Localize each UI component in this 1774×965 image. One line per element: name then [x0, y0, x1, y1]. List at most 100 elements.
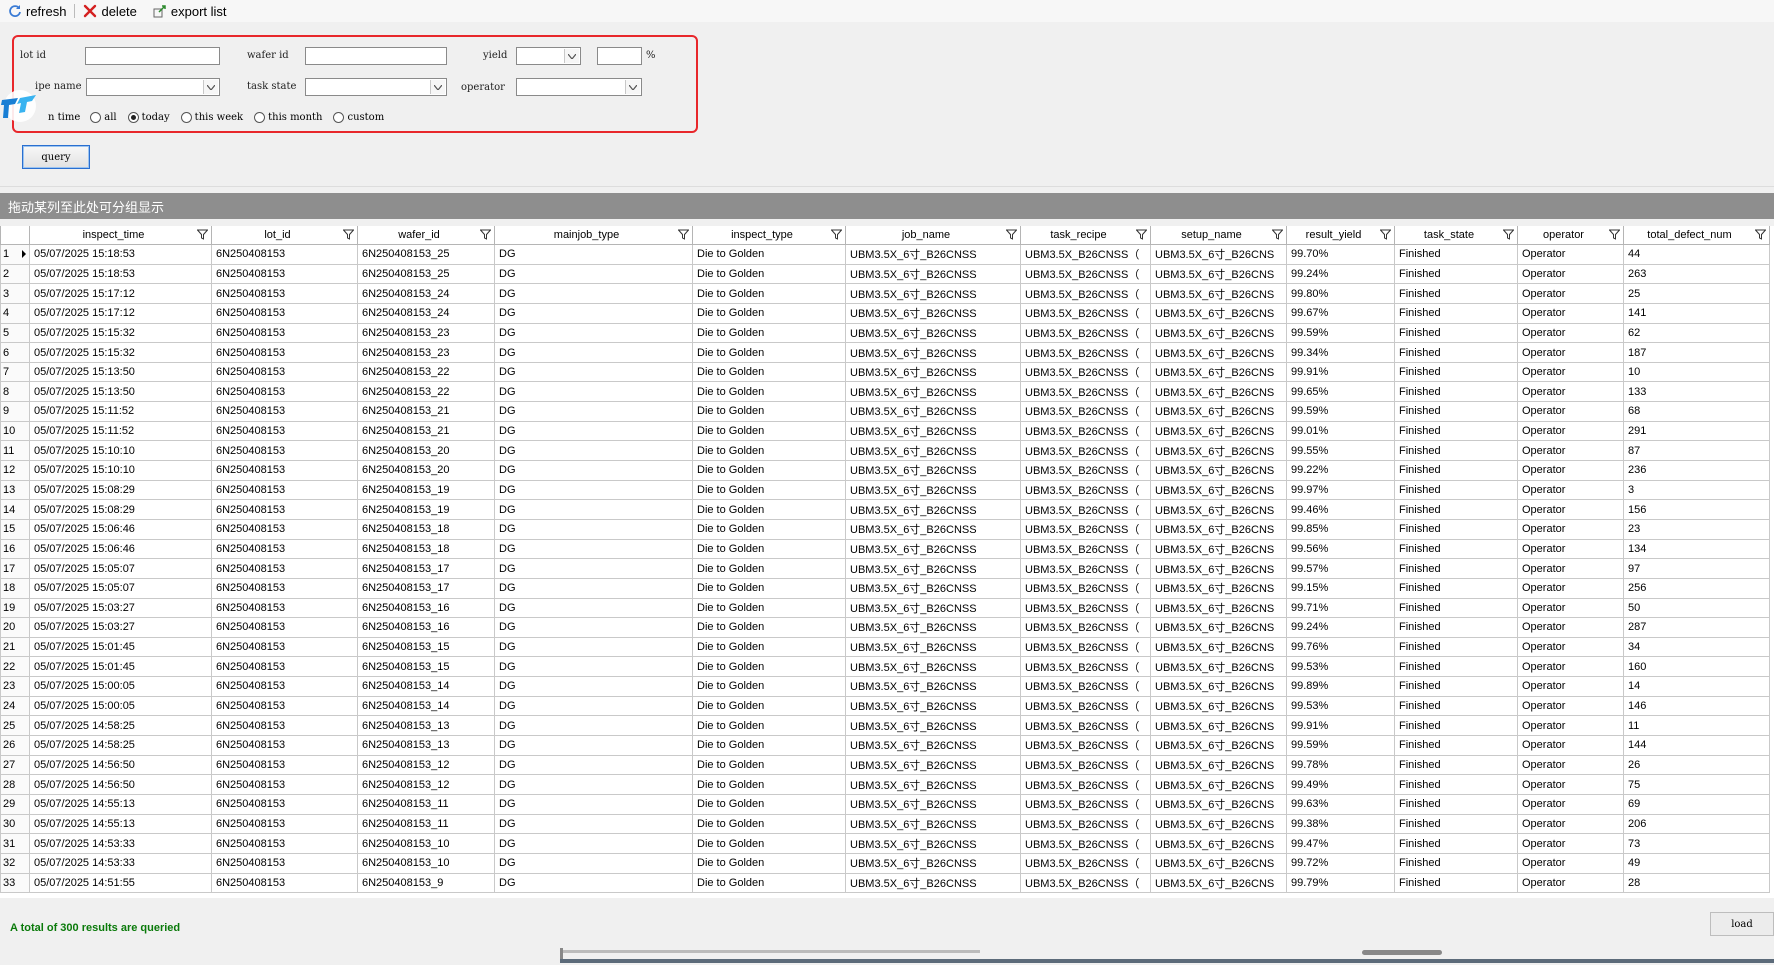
cell-job-name[interactable]: UBM3.5X_6寸_B26CNSS	[845, 401, 1021, 422]
cell-wafer-id[interactable]: 6N250408153_23	[357, 322, 495, 344]
cell-task-state[interactable]: Finished	[1394, 322, 1518, 344]
cell-wafer-id[interactable]: 6N250408153_21	[357, 401, 495, 422]
cell-lot-id[interactable]: 6N250408153	[211, 735, 358, 756]
cell-task-recipe[interactable]: UBM3.5X_B26CNSS（	[1020, 361, 1151, 383]
yield-operator-select[interactable]	[516, 47, 581, 65]
table-row[interactable]: 10 05/07/2025 15:11:52 6N250408153 6N250408…	[0, 420, 1770, 442]
cell-job-name[interactable]: UBM3.5X_6寸_B26CNSS	[845, 636, 1021, 658]
cell-task-state[interactable]: Finished	[1394, 283, 1518, 304]
cell-total-defect-num[interactable]: 34	[1623, 636, 1770, 658]
cell-mainjob-type[interactable]: DG	[494, 872, 693, 894]
cell-lot-id[interactable]: 6N250408153	[211, 361, 358, 383]
row-number[interactable]: 27	[0, 754, 30, 776]
wafer-id-input[interactable]	[305, 47, 447, 65]
cell-operator[interactable]: Operator	[1517, 283, 1624, 304]
row-number[interactable]: 18	[0, 577, 30, 599]
row-number[interactable]: 29	[0, 793, 30, 815]
cell-job-name[interactable]: UBM3.5X_6寸_B26CNSS	[845, 617, 1021, 638]
table-row[interactable]: 27 05/07/2025 14:56:50 6N250408153 6N250408…	[0, 754, 1770, 776]
cell-setup-name[interactable]: UBM3.5X_6寸_B26CNS	[1150, 440, 1287, 462]
cell-inspect-type[interactable]: Die to Golden	[692, 833, 846, 854]
cell-setup-name[interactable]: UBM3.5X_6寸_B26CNS	[1150, 499, 1287, 520]
row-number[interactable]: 26	[0, 735, 30, 756]
cell-inspect-type[interactable]: Die to Golden	[692, 558, 846, 579]
table-row[interactable]: 28 05/07/2025 14:56:50 6N250408153 6N250408…	[0, 774, 1770, 795]
cell-job-name[interactable]: UBM3.5X_6寸_B26CNSS	[845, 518, 1021, 540]
cell-wafer-id[interactable]: 6N250408153_21	[357, 420, 495, 442]
cell-inspect-type[interactable]: Die to Golden	[692, 381, 846, 403]
cell-total-defect-num[interactable]: 50	[1623, 597, 1770, 619]
row-number[interactable]: 3	[0, 283, 30, 304]
cell-job-name[interactable]: UBM3.5X_6寸_B26CNSS	[845, 754, 1021, 776]
cell-task-state[interactable]: Finished	[1394, 617, 1518, 638]
cell-task-recipe[interactable]: UBM3.5X_B26CNSS（	[1020, 617, 1151, 638]
cell-task-recipe[interactable]: UBM3.5X_B26CNSS（	[1020, 302, 1151, 324]
cell-job-name[interactable]: UBM3.5X_6寸_B26CNSS	[845, 302, 1021, 324]
column-header-inspect-type[interactable]: inspect_type	[692, 226, 846, 245]
cell-setup-name[interactable]: UBM3.5X_6寸_B26CNS	[1150, 813, 1287, 835]
cell-wafer-id[interactable]: 6N250408153_16	[357, 617, 495, 638]
query-button[interactable]: query	[22, 145, 90, 169]
cell-job-name[interactable]: UBM3.5X_6寸_B26CNSS	[845, 735, 1021, 756]
funnel-icon[interactable]	[1379, 229, 1392, 240]
cell-inspect-time[interactable]: 05/07/2025 14:58:25	[29, 715, 212, 737]
cell-inspect-time[interactable]: 05/07/2025 15:13:50	[29, 381, 212, 403]
cell-lot-id[interactable]: 6N250408153	[211, 872, 358, 894]
cell-job-name[interactable]: UBM3.5X_6寸_B26CNSS	[845, 774, 1021, 795]
cell-result-yield[interactable]: 99.56%	[1286, 538, 1395, 560]
cell-job-name[interactable]: UBM3.5X_6寸_B26CNSS	[845, 793, 1021, 815]
cell-inspect-time[interactable]: 05/07/2025 15:15:32	[29, 342, 212, 363]
cell-inspect-type[interactable]: Die to Golden	[692, 479, 846, 501]
cell-setup-name[interactable]: UBM3.5X_6寸_B26CNS	[1150, 636, 1287, 658]
cell-job-name[interactable]: UBM3.5X_6寸_B26CNSS	[845, 440, 1021, 462]
cell-total-defect-num[interactable]: 69	[1623, 793, 1770, 815]
cell-job-name[interactable]: UBM3.5X_6寸_B26CNSS	[845, 322, 1021, 344]
cell-task-recipe[interactable]: UBM3.5X_B26CNSS（	[1020, 774, 1151, 795]
cell-result-yield[interactable]: 99.49%	[1286, 774, 1395, 795]
cell-total-defect-num[interactable]: 25	[1623, 283, 1770, 304]
cell-result-yield[interactable]: 99.97%	[1286, 479, 1395, 501]
cell-mainjob-type[interactable]: DG	[494, 558, 693, 579]
table-row[interactable]: 33 05/07/2025 14:51:55 6N250408153 6N250408…	[0, 872, 1770, 894]
row-number[interactable]: 31	[0, 833, 30, 854]
cell-job-name[interactable]: UBM3.5X_6寸_B26CNSS	[845, 538, 1021, 560]
cell-total-defect-num[interactable]: 256	[1623, 577, 1770, 599]
cell-lot-id[interactable]: 6N250408153	[211, 597, 358, 619]
cell-operator[interactable]: Operator	[1517, 538, 1624, 560]
cell-wafer-id[interactable]: 6N250408153_10	[357, 852, 495, 874]
column-header-result-yield[interactable]: result_yield	[1286, 226, 1395, 245]
cell-job-name[interactable]: UBM3.5X_6寸_B26CNSS	[845, 381, 1021, 403]
cell-wafer-id[interactable]: 6N250408153_20	[357, 440, 495, 462]
cell-wafer-id[interactable]: 6N250408153_17	[357, 558, 495, 579]
cell-inspect-type[interactable]: Die to Golden	[692, 695, 846, 717]
recipe-name-select[interactable]	[86, 78, 220, 96]
cell-total-defect-num[interactable]: 146	[1623, 695, 1770, 717]
cell-task-state[interactable]: Finished	[1394, 774, 1518, 795]
cell-job-name[interactable]: UBM3.5X_6寸_B26CNSS	[845, 676, 1021, 697]
column-header-total-defect-num[interactable]: total_defect_num	[1623, 226, 1770, 245]
row-number[interactable]: 30	[0, 813, 30, 835]
cell-task-state[interactable]: Finished	[1394, 793, 1518, 815]
cell-result-yield[interactable]: 99.85%	[1286, 518, 1395, 540]
cell-result-yield[interactable]: 99.91%	[1286, 361, 1395, 383]
cell-lot-id[interactable]: 6N250408153	[211, 852, 358, 874]
cell-wafer-id[interactable]: 6N250408153_24	[357, 302, 495, 324]
cell-setup-name[interactable]: UBM3.5X_6寸_B26CNS	[1150, 597, 1287, 619]
cell-inspect-time[interactable]: 05/07/2025 14:53:33	[29, 833, 212, 854]
cell-lot-id[interactable]: 6N250408153	[211, 283, 358, 304]
cell-inspect-time[interactable]: 05/07/2025 15:00:05	[29, 676, 212, 697]
cell-inspect-type[interactable]: Die to Golden	[692, 617, 846, 638]
row-number[interactable]: 25	[0, 715, 30, 737]
time-radio-this-week[interactable]: this week	[180, 112, 243, 123]
cell-mainjob-type[interactable]: DG	[494, 636, 693, 658]
cell-job-name[interactable]: UBM3.5X_6寸_B26CNSS	[845, 479, 1021, 501]
table-row[interactable]: 26 05/07/2025 14:58:25 6N250408153 6N250408…	[0, 735, 1770, 756]
cell-wafer-id[interactable]: 6N250408153_20	[357, 460, 495, 481]
table-row[interactable]: 16 05/07/2025 15:06:46 6N250408153 6N250408…	[0, 538, 1770, 560]
cell-job-name[interactable]: UBM3.5X_6寸_B26CNSS	[845, 715, 1021, 737]
cell-task-state[interactable]: Finished	[1394, 636, 1518, 658]
cell-mainjob-type[interactable]: DG	[494, 302, 693, 324]
cell-inspect-time[interactable]: 05/07/2025 14:55:13	[29, 813, 212, 835]
cell-task-recipe[interactable]: UBM3.5X_B26CNSS（	[1020, 244, 1151, 265]
table-row[interactable]: 23 05/07/2025 15:00:05 6N250408153 6N250408…	[0, 676, 1770, 697]
